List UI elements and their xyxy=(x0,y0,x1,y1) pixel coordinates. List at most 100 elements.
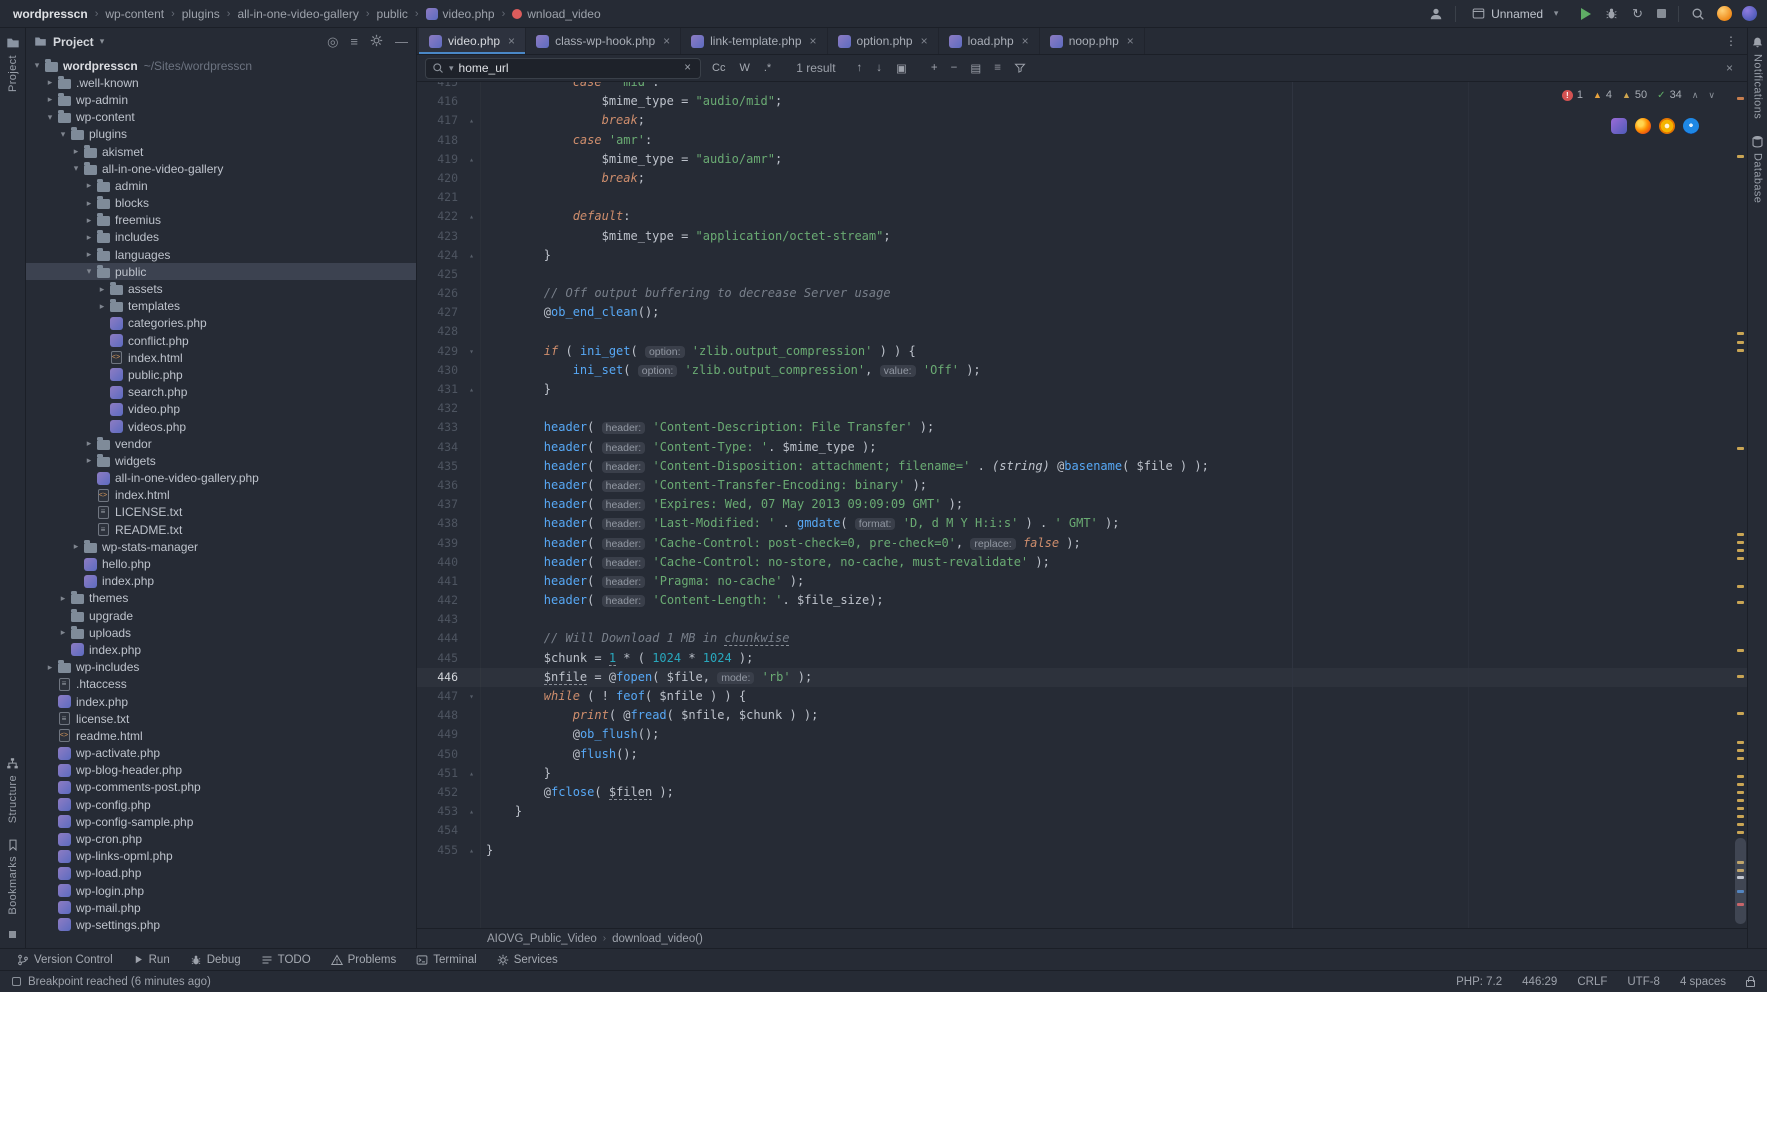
code-line[interactable]: 419▴ $mime_type = "audio/amr"; xyxy=(417,150,1747,169)
project-tree-item[interactable]: ▸wp-includes xyxy=(26,659,416,676)
code-line[interactable]: 449 @ob_flush(); xyxy=(417,725,1747,744)
editor-tab[interactable]: class-wp-hook.php× xyxy=(526,28,681,54)
project-tree-item[interactable]: ▸akismet xyxy=(26,143,416,160)
toolwindow-stripe-project[interactable]: Project xyxy=(6,36,20,92)
inspection-mark[interactable] xyxy=(1737,815,1744,818)
project-tree-item[interactable]: ▸wp-stats-manager xyxy=(26,538,416,555)
inspection-mark[interactable] xyxy=(1737,533,1744,536)
caret-position[interactable]: 446:29 xyxy=(1522,976,1557,988)
project-tree-item[interactable]: index.php xyxy=(26,641,416,658)
code-line[interactable]: 436 header( header: 'Content-Transfer-En… xyxy=(417,476,1747,495)
code-line[interactable]: 415 case 'mid': xyxy=(417,82,1747,92)
project-tree-item[interactable]: categories.php xyxy=(26,315,416,332)
select-occurrences-icon[interactable]: ▤ xyxy=(967,60,984,76)
inspection-mark[interactable] xyxy=(1737,823,1744,826)
breadcrumb-item[interactable]: public xyxy=(374,6,411,22)
code-line[interactable]: 432 xyxy=(417,399,1747,418)
project-tree-item[interactable]: public.php xyxy=(26,366,416,383)
project-tree-item[interactable]: index.php xyxy=(26,573,416,590)
search-filter-icon[interactable] xyxy=(1011,60,1029,76)
editor-tab[interactable]: noop.php× xyxy=(1040,28,1145,54)
toolwindow-stripe-notifications[interactable]: Notifications xyxy=(1751,36,1764,119)
chevron-right-icon[interactable]: ▸ xyxy=(43,662,57,673)
inspection-mark[interactable] xyxy=(1737,447,1744,450)
pin-icon[interactable] xyxy=(9,931,16,938)
weak-warning-count[interactable]: ▲ 50 xyxy=(1622,89,1647,101)
code-line[interactable]: 435 header( header: 'Content-Disposition… xyxy=(417,457,1747,476)
breadcrumb-item[interactable]: all-in-one-video-gallery xyxy=(234,6,361,22)
inspection-mark[interactable] xyxy=(1737,741,1744,744)
warning-count[interactable]: ▲ 4 xyxy=(1593,89,1612,101)
project-tree-item[interactable]: wp-settings.php xyxy=(26,916,416,933)
editor-tab[interactable]: link-template.php× xyxy=(681,28,827,54)
chevron-down-icon[interactable]: ▾ xyxy=(56,129,70,140)
chevron-right-icon[interactable]: ▸ xyxy=(43,77,57,88)
close-tab-icon[interactable]: × xyxy=(810,34,817,48)
project-tree-item[interactable]: search.php xyxy=(26,384,416,401)
code-line[interactable]: 421 xyxy=(417,188,1747,207)
code-line[interactable]: 427 @ob_end_clean(); xyxy=(417,303,1747,322)
code-line[interactable]: 428 xyxy=(417,322,1747,341)
chevron-down-icon[interactable]: ▾ xyxy=(100,36,105,47)
code-line[interactable]: 426 // Off output buffering to decrease … xyxy=(417,284,1747,303)
fold-marker-icon[interactable]: ▴ xyxy=(463,150,480,169)
profiler-button[interactable]: ↻ xyxy=(1630,4,1645,24)
breadcrumb-item[interactable]: video.php xyxy=(423,6,498,22)
php-version[interactable]: PHP: 7.2 xyxy=(1456,976,1502,988)
search-everywhere-icon[interactable] xyxy=(1689,5,1707,23)
project-tree-item[interactable]: wp-config.php xyxy=(26,796,416,813)
line-number[interactable]: 425 xyxy=(417,265,463,284)
line-number[interactable]: 415 xyxy=(417,82,463,92)
code-line[interactable]: 430 ini_set( option: 'zlib.output_compre… xyxy=(417,361,1747,380)
project-tree-item[interactable]: ▸uploads xyxy=(26,624,416,641)
code-line[interactable]: 447▾ while ( ! feof( $nfile ) ) { xyxy=(417,687,1747,706)
line-number[interactable]: 436 xyxy=(417,476,463,495)
code-line[interactable]: 434 header( header: 'Content-Type: '. $m… xyxy=(417,438,1747,457)
project-tree-item[interactable]: wp-mail.php xyxy=(26,899,416,916)
breadcrumb-item[interactable]: wnload_video xyxy=(509,6,603,22)
inspection-mark[interactable] xyxy=(1737,712,1744,715)
inspection-mark[interactable] xyxy=(1737,601,1744,604)
run-configuration-select[interactable]: Unnamed ▾ xyxy=(1466,5,1569,23)
close-tab-icon[interactable]: × xyxy=(663,34,670,48)
project-tree-item[interactable]: ▸themes xyxy=(26,590,416,607)
inspection-mark[interactable] xyxy=(1737,649,1744,652)
project-tree-item[interactable]: ▸templates xyxy=(26,298,416,315)
line-number[interactable]: 431 xyxy=(417,380,463,399)
code-line[interactable]: 455▴} xyxy=(417,841,1747,860)
inspection-mark[interactable] xyxy=(1737,775,1744,778)
project-tree-item[interactable]: ▸assets xyxy=(26,280,416,297)
project-tree-item[interactable]: wp-activate.php xyxy=(26,745,416,762)
code-line[interactable]: 452 @fclose( $filen ); xyxy=(417,783,1747,802)
code-line[interactable]: 438 header( header: 'Last-Modified: ' . … xyxy=(417,514,1747,533)
line-number[interactable]: 440 xyxy=(417,553,463,572)
line-number[interactable]: 443 xyxy=(417,610,463,629)
line-number[interactable]: 420 xyxy=(417,169,463,188)
ide-browser-icon[interactable] xyxy=(1611,118,1627,134)
code-line[interactable]: 431▴ } xyxy=(417,380,1747,399)
code-editor[interactable]: 415 case 'mid':416 $mime_type = "audio/m… xyxy=(417,82,1747,860)
clear-search-icon[interactable]: × xyxy=(681,61,694,75)
inspection-mark[interactable] xyxy=(1737,807,1744,810)
line-number[interactable]: 427 xyxy=(417,303,463,322)
code-line[interactable]: 418 case 'amr': xyxy=(417,131,1747,150)
read-only-lock-icon[interactable] xyxy=(1746,980,1755,987)
code-line[interactable]: 443 xyxy=(417,610,1747,629)
line-number[interactable]: 433 xyxy=(417,418,463,437)
editor-tab[interactable]: option.php× xyxy=(828,28,939,54)
inspection-mark[interactable] xyxy=(1737,341,1744,344)
chevron-right-icon[interactable]: ▸ xyxy=(69,146,83,157)
line-number[interactable]: 452 xyxy=(417,783,463,802)
project-tree-item[interactable]: ▾plugins xyxy=(26,126,416,143)
scrollbar-thumb[interactable] xyxy=(1735,838,1746,924)
toolwindow-button-terminal[interactable]: Terminal xyxy=(407,953,485,967)
previous-problem-icon[interactable]: ∧ xyxy=(1692,90,1699,101)
whole-words-toggle[interactable]: W xyxy=(736,61,752,75)
code-line[interactable]: 444 // Will Download 1 MB in chunkwise xyxy=(417,629,1747,648)
tab-options-icon[interactable]: ⋮ xyxy=(1715,34,1747,48)
line-number[interactable]: 419 xyxy=(417,150,463,169)
editor-tab[interactable]: load.php× xyxy=(939,28,1040,54)
match-case-toggle[interactable]: Cc xyxy=(709,61,728,75)
inspection-mark[interactable] xyxy=(1737,557,1744,560)
stop-button[interactable] xyxy=(1655,7,1668,20)
